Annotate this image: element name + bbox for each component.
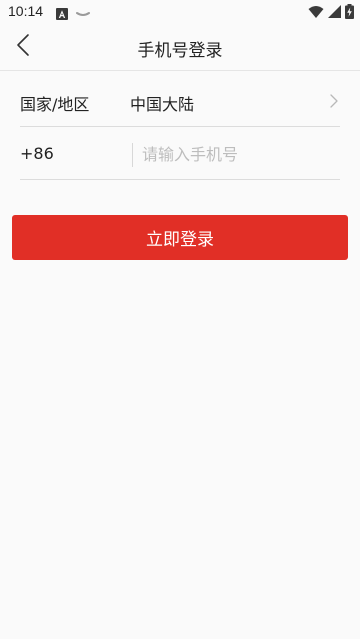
phone-divider bbox=[132, 143, 133, 167]
status-right-icons bbox=[308, 4, 354, 23]
status-left-icons bbox=[56, 5, 90, 24]
page-title: 手机号登录 bbox=[137, 41, 223, 61]
status-time: 10:14 bbox=[8, 3, 44, 19]
phone-input[interactable] bbox=[142, 139, 332, 169]
app-bar: 手机号登录 bbox=[0, 24, 360, 71]
phone-row: +86 bbox=[20, 127, 340, 180]
login-button[interactable]: 立即登录 bbox=[12, 215, 348, 260]
notification-dash-icon bbox=[76, 5, 90, 24]
region-label: 国家/地区 bbox=[20, 95, 90, 114]
cellular-signal-icon bbox=[328, 4, 341, 23]
battery-charging-icon bbox=[345, 4, 354, 23]
region-value: 中国大陆 bbox=[130, 95, 195, 114]
wifi-icon bbox=[308, 4, 324, 23]
status-bar: 10:14 bbox=[0, 0, 360, 24]
country-code: +86 bbox=[20, 144, 54, 163]
region-selector[interactable]: 国家/地区 中国大陆 bbox=[20, 74, 340, 127]
android-a-icon bbox=[56, 5, 68, 24]
login-form: 国家/地区 中国大陆 +86 bbox=[20, 74, 340, 180]
chevron-right-icon bbox=[330, 93, 338, 112]
